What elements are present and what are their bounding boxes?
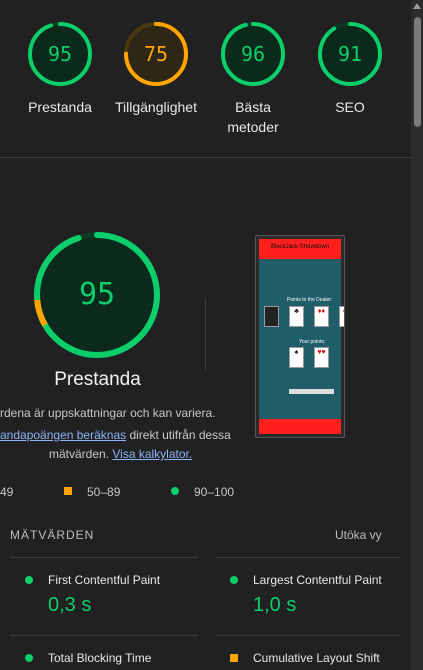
thumbnail-buttons xyxy=(289,389,334,394)
metric-value-lcp: 1,0 s xyxy=(253,594,297,616)
vertical-divider xyxy=(205,298,206,370)
note-text: mätvärden. xyxy=(49,447,110,461)
gauge-best-practices[interactable]: 96 xyxy=(220,21,286,87)
thumbnail-dealer-label: Points to the Dealer: xyxy=(287,297,333,303)
metrics-divider-left-2 xyxy=(10,635,198,636)
gauge-label-line2: metoder xyxy=(227,119,279,135)
section-divider xyxy=(0,157,411,158)
scroll-up-arrow-icon[interactable] xyxy=(413,3,421,9)
performance-title: Prestanda xyxy=(54,369,141,390)
gauge-performance[interactable]: 95 xyxy=(27,21,93,87)
score-calc-link[interactable]: andapoängen beräknas xyxy=(0,428,126,442)
gauge-label-line1: Bästa xyxy=(235,99,271,115)
thumbnail-title: BlackJack Showdown xyxy=(270,244,330,250)
performance-note-line1: rdena är uppskattningar och kan variera. xyxy=(0,406,216,420)
gauge-accessibility[interactable]: 75 xyxy=(123,21,189,87)
performance-score: 95 xyxy=(78,277,116,312)
gauge-seo[interactable]: 91 xyxy=(317,21,383,87)
legend-pass-label: 90–100 xyxy=(194,485,235,499)
scrollbar-thumb[interactable] xyxy=(414,17,421,127)
card-diamonds-2: ♦♦ xyxy=(339,306,344,327)
performance-gauge-large: 95 xyxy=(33,231,161,359)
vertical-scrollbar[interactable] xyxy=(411,0,423,670)
thumbnail-your-label: Your points: xyxy=(299,339,326,345)
metric-status-square xyxy=(230,654,238,662)
page-screenshot-thumbnail[interactable]: BlackJack Showdown Points to the Dealer:… xyxy=(255,235,345,438)
card-spade: ♠ xyxy=(289,347,304,368)
card-back xyxy=(264,306,279,327)
metrics-header: MÄTVÄRDEN xyxy=(10,528,95,542)
legend-pass-dot xyxy=(171,487,179,495)
metric-status-dot xyxy=(25,576,33,584)
gauge-label-best-practices: Bästa metoder xyxy=(203,97,303,137)
legend-average-square xyxy=(64,487,72,495)
card-hearts: ♥♥ xyxy=(314,347,329,368)
thumbnail-frame: BlackJack Showdown Points to the Dealer:… xyxy=(259,239,344,434)
legend-fail-label: 49 xyxy=(0,485,14,499)
gauge-label-accessibility: Tillgänglighet xyxy=(115,99,197,115)
gauge-score: 95 xyxy=(47,42,73,66)
metrics-divider-right xyxy=(215,557,401,558)
gauge-label-performance: Prestanda xyxy=(28,99,92,115)
metric-status-dot xyxy=(230,576,238,584)
metrics-divider-left xyxy=(10,557,198,558)
metric-value-fcp: 0,3 s xyxy=(48,594,92,616)
metric-label-lcp: Largest Contentful Paint xyxy=(253,573,382,587)
metrics-divider-right-2 xyxy=(215,635,401,636)
gauge-score: 75 xyxy=(143,42,169,66)
metric-label-fcp: First Contentful Paint xyxy=(48,573,161,587)
expand-view-toggle[interactable]: Utöka vy xyxy=(335,528,382,542)
gauge-label-seo: SEO xyxy=(335,99,365,115)
performance-note-line2: andapoängen beräknas direkt utifrån dess… xyxy=(0,428,231,442)
metric-label-tbt: Total Blocking Time xyxy=(48,651,152,665)
metric-label-cls: Cumulative Layout Shift xyxy=(253,651,380,665)
note-text: direkt utifrån dessa xyxy=(126,428,231,442)
calculator-link[interactable]: Visa kalkylator. xyxy=(112,447,192,461)
gauge-score: 96 xyxy=(240,42,266,66)
performance-note-line3: mätvärden. Visa kalkylator. xyxy=(49,447,192,461)
card-clubs: ♣ xyxy=(289,306,304,327)
card-diamonds: ♦♦ xyxy=(314,306,329,327)
legend-average-label: 50–89 xyxy=(87,485,121,499)
gauge-score: 91 xyxy=(337,42,363,66)
metric-status-dot xyxy=(25,654,33,662)
